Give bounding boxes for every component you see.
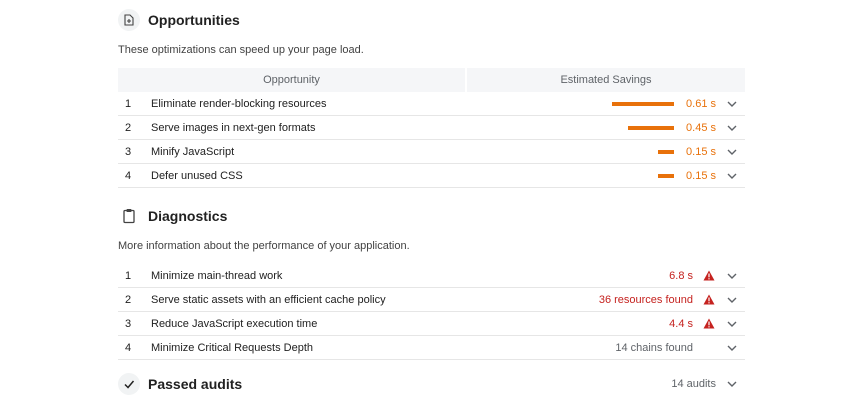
diagnostic-title: Serve static assets with an efficient ca… <box>151 293 386 306</box>
opportunity-title: Defer unused CSS <box>151 169 243 182</box>
estimated-savings-value: 0.61 s <box>686 97 716 110</box>
clipboard-icon <box>118 205 140 227</box>
diagnostic-title: Reduce JavaScript execution time <box>151 317 318 330</box>
row-index: 1 <box>125 269 132 282</box>
row-index: 4 <box>125 169 132 182</box>
opportunities-header: Opportunities <box>118 0 745 40</box>
diagnostics-title: Diagnostics <box>148 208 228 224</box>
warning-icon <box>702 318 716 329</box>
opportunities-table-header: Opportunity Estimated Savings <box>118 68 745 92</box>
savings-bar <box>612 101 674 106</box>
savings-bar <box>628 125 674 130</box>
opportunities-title: Opportunities <box>148 12 240 28</box>
chevron-down-icon[interactable] <box>725 345 739 351</box>
diagnostics-description: More information about the performance o… <box>118 240 410 252</box>
passed-audits-title: Passed audits <box>148 376 243 392</box>
diagnostic-row[interactable]: 1 Minimize main-thread work 6.8 s <box>118 264 745 288</box>
diagnostic-value: 6.8 s <box>669 269 693 282</box>
opportunities-list: 1 Eliminate render-blocking resources 0.61… <box>118 92 745 188</box>
audit-report: Opportunities These optimizations can sp… <box>118 0 745 404</box>
diagnostic-value: 36 resources found <box>598 293 693 306</box>
estimated-savings-value: 0.45 s <box>686 121 716 134</box>
diagnostic-row[interactable]: 4 Minimize Critical Requests Depth 14 chai… <box>118 336 745 360</box>
row-index: 2 <box>125 293 132 306</box>
opportunity-title: Eliminate render-blocking resources <box>151 97 327 110</box>
chevron-down-icon[interactable] <box>725 321 739 327</box>
chevron-down-icon[interactable] <box>725 101 739 107</box>
chevron-down-icon[interactable] <box>725 381 739 387</box>
opportunity-row[interactable]: 4 Defer unused CSS 0.15 s <box>118 164 745 188</box>
checkmark-icon <box>118 373 140 395</box>
savings-bar <box>658 173 674 178</box>
row-index: 2 <box>125 121 132 134</box>
opportunities-description: These optimizations can speed up your pa… <box>118 44 364 56</box>
row-index: 4 <box>125 341 132 354</box>
warning-icon <box>702 294 716 305</box>
estimated-savings-value: 0.15 s <box>686 169 716 182</box>
savings-bar <box>658 149 674 154</box>
warning-icon <box>702 270 716 281</box>
opportunities-icon <box>118 9 140 31</box>
passed-audits-count: 14 audits <box>671 378 716 390</box>
chevron-down-icon[interactable] <box>725 297 739 303</box>
diagnostics-list: 1 Minimize main-thread work 6.8 s 2 Serve st… <box>118 264 745 360</box>
diagnostic-row[interactable]: 3 Reduce JavaScript execution time 4.4 s <box>118 312 745 336</box>
diagnostic-row[interactable]: 2 Serve static assets with an efficient c… <box>118 288 745 312</box>
row-index: 3 <box>125 145 132 158</box>
opportunity-row[interactable]: 3 Minify JavaScript 0.15 s <box>118 140 745 164</box>
chevron-down-icon[interactable] <box>725 173 739 179</box>
opportunity-title: Serve images in next-gen formats <box>151 121 316 134</box>
passed-audits-header[interactable]: Passed audits 14 audits <box>118 364 745 404</box>
diagnostic-title: Minimize main-thread work <box>151 269 283 282</box>
row-index: 3 <box>125 317 132 330</box>
chevron-down-icon[interactable] <box>725 149 739 155</box>
column-header-opportunity: Opportunity <box>118 68 465 92</box>
diagnostic-title: Minimize Critical Requests Depth <box>151 341 313 354</box>
diagnostic-value: 14 chains found <box>615 341 693 354</box>
estimated-savings-value: 0.15 s <box>686 145 716 158</box>
opportunity-row[interactable]: 1 Eliminate render-blocking resources 0.61… <box>118 92 745 116</box>
column-header-estimated-savings: Estimated Savings <box>467 68 745 92</box>
chevron-down-icon[interactable] <box>725 273 739 279</box>
diagnostic-value: 4.4 s <box>669 317 693 330</box>
chevron-down-icon[interactable] <box>725 125 739 131</box>
row-index: 1 <box>125 97 132 110</box>
opportunity-title: Minify JavaScript <box>151 145 235 158</box>
opportunity-row[interactable]: 2 Serve images in next-gen formats 0.45 s <box>118 116 745 140</box>
diagnostics-header: Diagnostics <box>118 196 745 236</box>
